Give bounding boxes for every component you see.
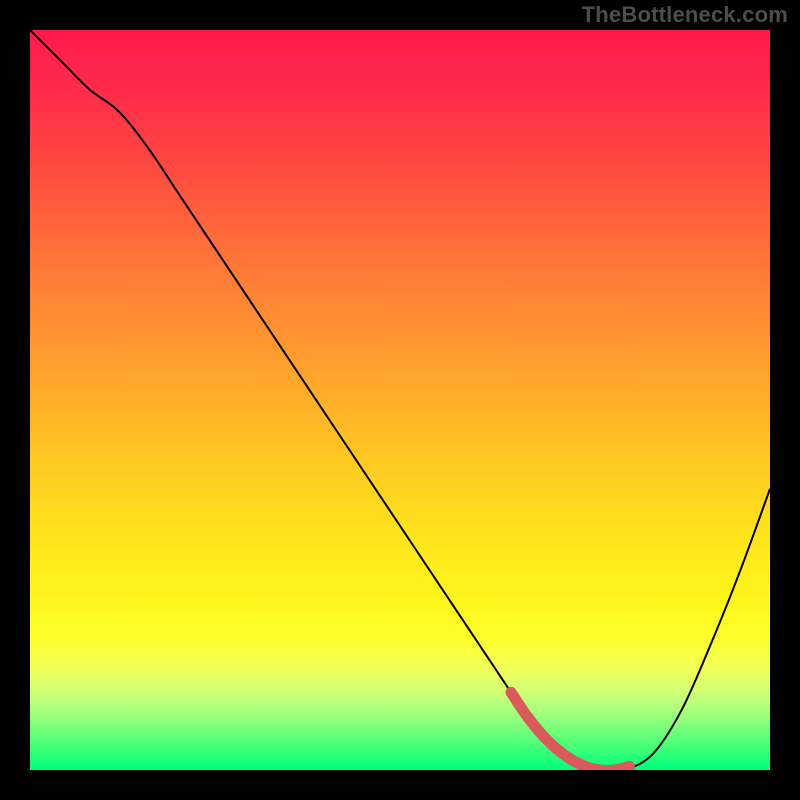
bottleneck-curve <box>30 30 770 770</box>
bottleneck-highlight <box>511 692 629 770</box>
curve-layer <box>30 30 770 770</box>
plot-area <box>30 30 770 770</box>
watermark-text: TheBottleneck.com <box>582 2 788 28</box>
chart-frame: TheBottleneck.com <box>0 0 800 800</box>
